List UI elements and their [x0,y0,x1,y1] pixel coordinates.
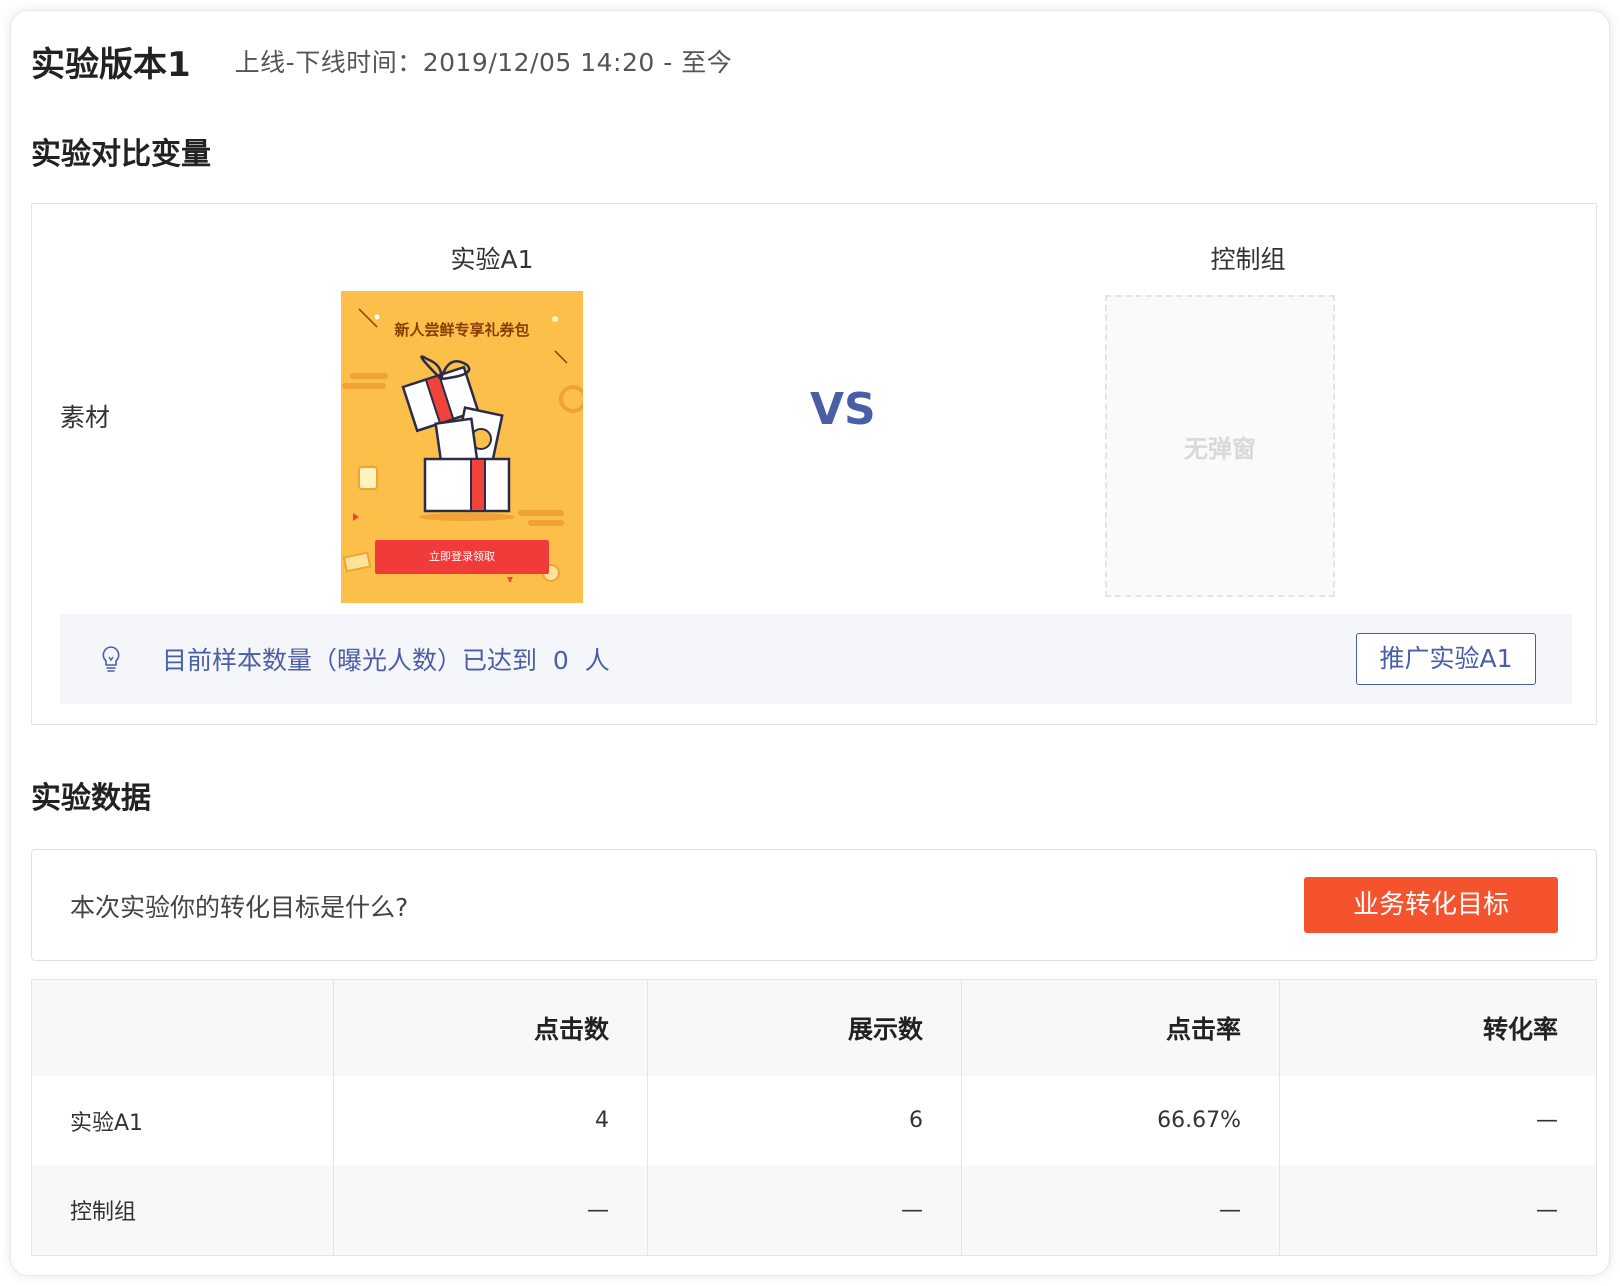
vs-label: VS [810,384,876,435]
experiment-version-card: 实验版本1 上线-下线时间：2019/12/05 14:20 - 至今 实验对比… [10,10,1610,1276]
row-name: 实验A1 [31,1075,334,1166]
material-row-label: 素材 [60,403,111,432]
conversion-goal-question: 本次实验你的转化目标是什么? [70,893,409,922]
version-header: 实验版本1 上线-下线时间：2019/12/05 14:20 - 至今 [31,31,732,91]
material-login-button: 立即登录领取 [375,540,549,574]
online-offline-time: 上线-下线时间：2019/12/05 14:20 - 至今 [234,48,733,77]
table-header-row: 点击数 展示数 点击率 转化率 [31,979,1597,1076]
cell-clicks: — [333,1165,648,1256]
cell-ctr: — [961,1165,1280,1256]
column-header-views: 展示数 [647,979,962,1076]
table-row: 控制组 — — — — [31,1165,1597,1256]
cell-cvr: — [1536,1108,1558,1133]
version-title: 实验版本1 [31,44,191,85]
row-name: 控制组 [31,1165,334,1256]
experiment-data-table: 点击数 展示数 点击率 转化率 实验A1 4 6 66.67% — 控制组 — … [31,979,1597,1256]
column-header-blank [31,979,334,1076]
table-row: 实验A1 4 6 66.67% — [31,1075,1597,1166]
column-header-clicks: 点击数 [333,979,648,1076]
group-a-label: 实验A1 [450,245,534,274]
sample-size-text: 目前样本数量（曝光人数）已达到 0 人 [162,646,610,675]
compare-panel: 实验A1 控制组 素材 新人尝鲜专享礼券包 立即登录领取 VS 无弹窗 目前样本… [31,203,1597,725]
control-group-label: 控制组 [1210,245,1286,274]
conversion-goal-panel: 本次实验你的转化目标是什么? 业务转化目标 [31,849,1597,961]
compare-section-title: 实验对比变量 [31,137,211,172]
material-headline: 新人尝鲜专享礼券包 [394,321,530,339]
no-popup-label: 无弹窗 [1184,434,1256,463]
material-preview-image[interactable]: 新人尝鲜专享礼券包 立即登录领取 [341,291,583,603]
column-header-ctr: 点击率 [961,979,1280,1076]
data-section-title: 实验数据 [31,781,151,816]
column-header-cvr: 转化率 [1482,1014,1558,1044]
cell-cvr: — [1536,1197,1558,1223]
cell-clicks: 4 [333,1075,648,1166]
promote-a1-button[interactable]: 推广实验A1 [1356,633,1536,685]
sample-size-notice: 目前样本数量（曝光人数）已达到 0 人 推广实验A1 [60,614,1572,704]
lightbulb-icon [102,646,120,672]
cell-views: — [647,1165,962,1256]
cell-views: 6 [647,1075,962,1166]
cell-ctr: 66.67% [961,1075,1280,1166]
control-material-placeholder: 无弹窗 [1105,295,1335,597]
business-goal-button[interactable]: 业务转化目标 [1304,877,1558,933]
